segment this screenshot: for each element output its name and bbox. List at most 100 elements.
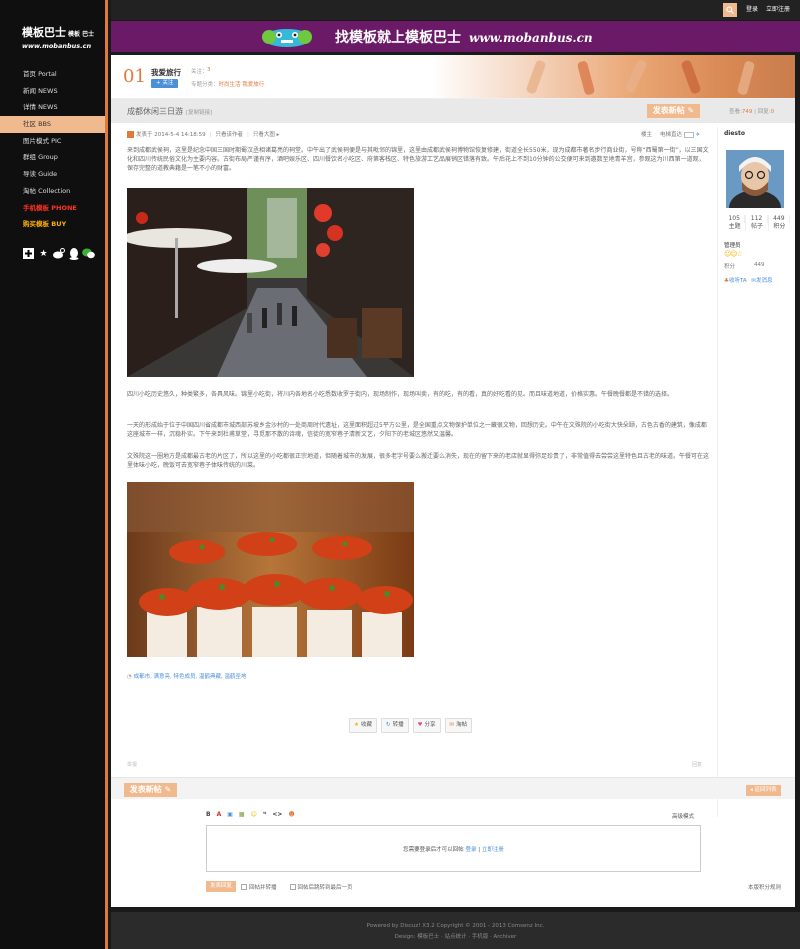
follow-label: 关注： bbox=[191, 69, 208, 75]
forum-name[interactable]: 我爱旅行 bbox=[151, 67, 181, 78]
quote-icon[interactable]: ❝ bbox=[263, 811, 267, 818]
login-link[interactable]: 登录 bbox=[746, 0, 758, 20]
author-posts[interactable]: 112 帖子 bbox=[746, 215, 769, 231]
arrow-left-icon: ◂ bbox=[750, 787, 753, 793]
credit-rules-link[interactable]: 本版积分规则 bbox=[748, 883, 781, 891]
login-required-message: 您需要登录后才可以回帖 登录 | 立即注册 bbox=[403, 847, 504, 853]
jump-last-option[interactable]: 回帖后跳转到最后一页 bbox=[289, 883, 353, 891]
thread-title-bar: 成都休闲三日游 [复制链接] 发表新帖 ✎ 查看:749 | 回复:0 bbox=[111, 99, 795, 123]
edit-icon: ✎ bbox=[687, 106, 695, 115]
qq-icon[interactable] bbox=[67, 247, 80, 260]
nav-item-pic[interactable]: 图片模式 PIC bbox=[0, 133, 105, 150]
follow-user-link[interactable]: 收听TA bbox=[729, 278, 747, 284]
share-button[interactable]: ♥ 分享 bbox=[412, 718, 441, 733]
banner-slogan: 找模板就上模板巴士 www.mobanbus.cn bbox=[335, 30, 593, 46]
reply-link[interactable]: 回复 bbox=[692, 761, 702, 768]
font-color-icon[interactable]: A bbox=[217, 811, 222, 818]
repost-button[interactable]: ↻ 转播 bbox=[380, 718, 409, 733]
editor-toolbar: B A ▣ ▦ ☺ ❝ <> ☻ bbox=[206, 811, 295, 818]
follow-count: 3 bbox=[207, 67, 211, 73]
related-links[interactable]: 时尚生活 我爱旅行 bbox=[219, 82, 265, 88]
nav-item-guide[interactable]: 导读 Guide bbox=[0, 166, 105, 183]
author-name[interactable]: diesto bbox=[724, 130, 745, 137]
social-links: ★ bbox=[22, 247, 95, 260]
report-link[interactable]: 举报 bbox=[127, 762, 137, 768]
nav-item-news[interactable]: 新闻 NEWS bbox=[0, 83, 105, 100]
tag-links[interactable]: 成都市, 满意亮, 特色成员, 温鹤典藏, 温鹤圣地 bbox=[134, 674, 247, 680]
reply-bar: 发表新帖 ✎ ◂ 返回列表 bbox=[111, 777, 795, 799]
author-topics[interactable]: 105 主题 bbox=[724, 215, 747, 231]
register-link[interactable]: 立即注册 bbox=[766, 0, 790, 20]
wechat-icon[interactable] bbox=[82, 247, 95, 260]
star-icon[interactable]: ★ bbox=[37, 247, 50, 260]
weibo-icon[interactable] bbox=[52, 247, 65, 260]
forum-number: 01 bbox=[123, 66, 146, 87]
nav-item-group[interactable]: 群组 Group bbox=[0, 149, 105, 166]
emoji-icon[interactable]: ☺ bbox=[251, 811, 257, 818]
repost-icon: ↻ bbox=[385, 722, 391, 728]
monster-mascot-icon bbox=[262, 29, 312, 47]
edit-icon: ✎ bbox=[164, 785, 172, 794]
view-large-link[interactable]: 只看大图 bbox=[253, 132, 275, 138]
nav-item-portal[interactable]: 首页 Portal bbox=[0, 66, 105, 83]
site-logo[interactable]: 模板巴士 模板 巴士 www.mobanbus.cn bbox=[22, 24, 94, 50]
author-credits[interactable]: 449 积分 bbox=[769, 215, 790, 231]
collect-button[interactable]: ✉ 淘帖 bbox=[444, 718, 473, 733]
submit-reply-button[interactable]: 发表回复 bbox=[206, 881, 237, 892]
post-actions: ★ 收藏 ↻ 转播 ♥ 分享 ✉ 淘帖 bbox=[349, 718, 473, 733]
smiley-icon[interactable]: ☻ bbox=[288, 811, 294, 818]
thread-stats: 查看:749 | 回复:0 bbox=[729, 109, 775, 115]
auth-links: 登录 立即注册 bbox=[746, 0, 790, 20]
attachment-icon[interactable]: ▦ bbox=[239, 811, 245, 818]
post-paragraph-2: 四川小吃历史悠久，种类繁多，各具风味。锦里小吃街，将川内各地名小吃悉数收罗于街内… bbox=[127, 391, 674, 398]
arrow-right-icon: ▸ bbox=[276, 132, 280, 138]
search-button[interactable] bbox=[723, 3, 737, 17]
editor-login-link[interactable]: 登录 bbox=[465, 847, 476, 853]
ad-banner[interactable]: 找模板就上模板巴士 www.mobanbus.cn bbox=[111, 21, 800, 52]
advanced-mode-link[interactable]: 高级模式 bbox=[672, 812, 694, 820]
post-photo-street[interactable] bbox=[127, 188, 414, 377]
follow-button[interactable]: + 关注 bbox=[151, 79, 179, 88]
search-icon bbox=[726, 6, 734, 14]
repost-option[interactable]: 回帖并转播 bbox=[241, 883, 277, 891]
nav-item-collection[interactable]: 淘帖 Collection bbox=[0, 183, 105, 200]
collect-icon: ✉ bbox=[449, 722, 455, 728]
nav-item-phone[interactable]: 手机模板 PHONE bbox=[0, 200, 105, 217]
post-paragraph-3: 一天的形成始于位于中国四川省成都市城西部苏坡乡金沙村的一处商周时代遗址，这里面积… bbox=[127, 422, 707, 438]
bold-icon[interactable]: B bbox=[206, 811, 211, 818]
editor-register-link[interactable]: 立即注册 bbox=[482, 847, 504, 853]
nav-item-news-detail[interactable]: 详情 NEWS bbox=[0, 99, 105, 116]
new-thread-button[interactable]: 发表新帖 ✎ bbox=[647, 104, 700, 118]
author-group: 管理员 bbox=[724, 243, 741, 249]
plus-icon[interactable] bbox=[22, 247, 35, 260]
only-author-link[interactable]: 只看该作者 bbox=[216, 132, 244, 138]
code-icon[interactable]: <> bbox=[272, 811, 282, 818]
floor-controls: 楼主 电梯直达 ✈ bbox=[641, 131, 701, 138]
avatar[interactable] bbox=[726, 150, 784, 208]
post-photo-food[interactable] bbox=[127, 482, 414, 657]
image-icon[interactable]: ▣ bbox=[227, 811, 233, 818]
nav-item-buy[interactable]: 购买模板 BUY bbox=[0, 216, 105, 233]
send-message-link[interactable]: 发消息 bbox=[756, 278, 773, 284]
new-thread-button-bottom[interactable]: 发表新帖 ✎ bbox=[124, 783, 177, 797]
nav-item-bbs[interactable]: 社区 BBS bbox=[0, 116, 105, 133]
favorite-button[interactable]: ★ 收藏 bbox=[349, 718, 377, 733]
forum-header: 01 我爱旅行 关注： 3 + 关注 专题分类：时尚生活 我爱旅行 bbox=[111, 55, 795, 99]
page-footer: Powered by Discuz! X3.2 Copyright © 2001… bbox=[111, 912, 800, 949]
copy-link[interactable]: [复制链接] bbox=[186, 110, 212, 116]
logo-main: 模板巴士 模板 巴士 bbox=[22, 26, 95, 39]
footer-links[interactable]: Design: 模板巴士 · 站点统计 · 手机版 · Archiver bbox=[111, 932, 800, 940]
repost-checkbox[interactable] bbox=[241, 884, 248, 890]
rank-stars-icon: ☺☺☆ bbox=[724, 250, 743, 258]
post-paragraph-4: 文殊院这一圈地方是成都最古老的片区了，所以这里的小吃都很正宗地道，但随着城市的发… bbox=[127, 453, 710, 469]
footer-copyright: Powered by Discuz! X3.2 Copyright © 2001… bbox=[366, 923, 545, 929]
wrench-icon[interactable]: ✈ bbox=[696, 132, 701, 138]
post-time: 发表于 2014-5-4 14:18:59 bbox=[136, 132, 206, 138]
author-score: 积分 449 bbox=[724, 262, 765, 270]
left-sidebar: 模板巴士 模板 巴士 www.mobanbus.cn 首页 Portal 新闻 N… bbox=[0, 0, 108, 949]
thread-title: 成都休闲三日游 [复制链接] bbox=[127, 107, 213, 116]
jump-last-checkbox[interactable] bbox=[289, 884, 296, 890]
floor-input[interactable] bbox=[683, 131, 694, 138]
back-to-list-button[interactable]: ◂ 返回列表 bbox=[746, 785, 781, 796]
reply-editor[interactable]: 您需要登录后才可以回帖 登录 | 立即注册 bbox=[206, 825, 701, 872]
